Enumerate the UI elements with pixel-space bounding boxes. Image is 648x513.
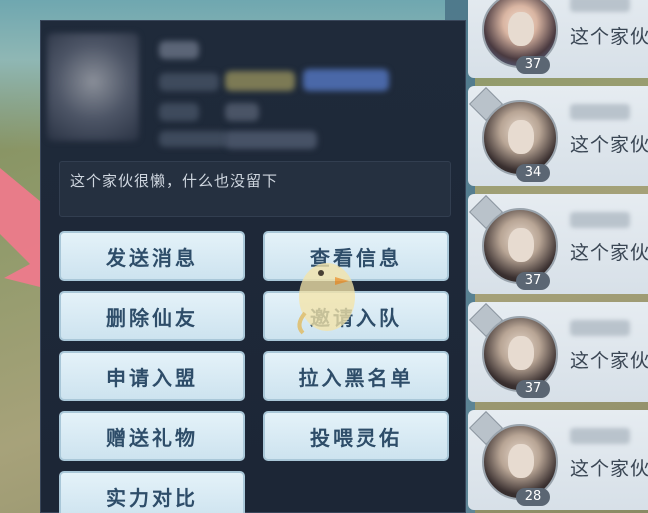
friend-name-blurred — [570, 0, 630, 12]
friend-card[interactable]: 37 这个家伙 — [468, 194, 648, 294]
profile-info-blurred — [225, 131, 317, 149]
friend-status: 这个家伙 — [570, 350, 648, 372]
friend-level: 28 — [516, 488, 550, 506]
friend-card[interactable]: 37 这个家伙 — [468, 0, 648, 78]
feed-pet-button[interactable]: 投喂灵佑 — [263, 411, 449, 461]
blacklist-button[interactable]: 拉入黑名单 — [263, 351, 449, 401]
profile-info-blurred — [159, 131, 229, 147]
friend-status: 这个家伙 — [570, 242, 648, 264]
profile-info-blurred — [303, 69, 389, 91]
profile-info-blurred — [225, 103, 259, 121]
send-gift-button[interactable]: 赠送礼物 — [59, 411, 245, 461]
friend-level: 37 — [516, 380, 550, 398]
friend-status: 这个家伙 — [570, 458, 648, 480]
profile-signature: 这个家伙很懒，什么也没留下 — [59, 161, 451, 217]
friend-level: 37 — [516, 56, 550, 74]
apply-alliance-button[interactable]: 申请入盟 — [59, 351, 245, 401]
friend-level: 37 — [516, 272, 550, 290]
friend-list[interactable]: 37 这个家伙 34 这个家伙 37 这个家伙 37 这个家伙 28 这个家伙 — [468, 0, 648, 513]
friend-name-blurred — [570, 104, 630, 120]
friend-card[interactable]: 34 这个家伙 — [468, 86, 648, 186]
friend-card[interactable]: 37 这个家伙 — [468, 302, 648, 402]
profile-info-blurred — [159, 103, 199, 121]
profile-info-blurred — [159, 73, 219, 91]
watermark-chick-icon — [297, 263, 355, 335]
friend-name-blurred — [570, 212, 630, 228]
friend-level: 34 — [516, 164, 550, 182]
profile-avatar[interactable] — [47, 33, 139, 141]
profile-name-blurred — [159, 41, 199, 59]
compare-strength-button[interactable]: 实力对比 — [59, 471, 245, 513]
send-message-button[interactable]: 发送消息 — [59, 231, 245, 281]
friend-name-blurred — [570, 428, 630, 444]
friend-card[interactable]: 28 这个家伙 — [468, 410, 648, 510]
friend-status: 这个家伙 — [570, 134, 648, 156]
friend-name-blurred — [570, 320, 630, 336]
delete-friend-button[interactable]: 删除仙友 — [59, 291, 245, 341]
friend-action-panel: 这个家伙很懒，什么也没留下 发送消息 查看信息 删除仙友 邀请入队 申请入盟 拉… — [40, 20, 466, 513]
profile-info-blurred — [225, 71, 295, 91]
friend-status: 这个家伙 — [570, 26, 648, 48]
